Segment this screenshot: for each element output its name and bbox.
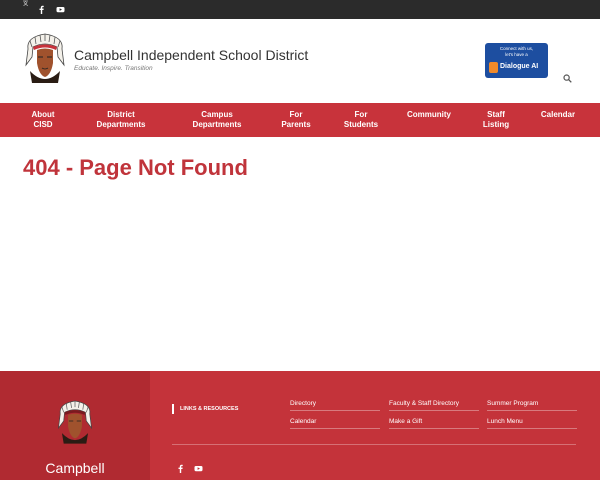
footer-link-calendar[interactable]: Calendar [290,417,380,429]
footer-link-make-a-gift[interactable]: Make a Gift [389,417,479,429]
site-name[interactable]: Campbell Independent School District [74,47,308,63]
site-footer: Campbell LINKS & RESOURCES Directory Fac… [0,371,600,480]
footer-logo[interactable] [55,397,95,445]
nav-item-for-students[interactable]: For Students [336,103,386,137]
nav-item-about-cisd[interactable]: About CISD [20,103,66,137]
nav-item-line1: For [354,110,368,119]
site-tagline: Educate. Inspire. Transition [74,65,153,72]
footer-divider [172,444,576,445]
nav-item-staff-listing[interactable]: Staff Listing [473,103,519,137]
district-logo[interactable] [22,31,68,83]
main-nav: About CISD District Departments Campus D… [0,103,600,137]
footer-district-name: Campbell [45,460,105,476]
nav-item-for-parents[interactable]: For Parents [271,103,321,137]
dialogue-line1: Connect with us, [499,46,534,51]
youtube-icon[interactable] [56,5,65,14]
nav-item-line1: Community [407,110,451,119]
nav-item-line1: Staff [487,110,505,119]
footer-brand: Campbell [0,371,150,480]
footer-link-faculty-staff-directory[interactable]: Faculty & Staff Directory [389,399,479,411]
footer-youtube-icon[interactable] [194,464,203,473]
nav-item-line2: Students [343,120,379,129]
links-resources-heading: LINKS & RESOURCES [172,404,238,414]
footer-link-lunch-menu[interactable]: Lunch Menu [487,417,577,429]
nav-item-calendar[interactable]: Calendar [533,103,583,137]
translate-icon[interactable] [22,0,32,8]
nav-item-line1: Calendar [540,110,576,119]
nav-item-line2: Departments [96,120,146,129]
site-header: Campbell Independent School District Edu… [0,19,600,103]
page-title: 404 - Page Not Found [23,155,248,180]
search-icon[interactable] [563,74,572,83]
nav-item-campus-departments[interactable]: Campus Departments [182,103,252,137]
nav-item-line1: About [31,110,55,119]
dialogue-line2: let's have a [505,52,528,57]
nav-item-line1: Campus [201,110,233,119]
dialogue-label: Dialogue AI [500,63,539,70]
nav-item-line2: Listing [482,120,510,129]
footer-link-summer-program[interactable]: Summer Program [487,399,577,411]
nav-item-line1: District [107,110,135,119]
dialogue-badge-icon [489,62,498,73]
nav-item-line2: CISD [33,120,53,129]
nav-item-line2: Departments [192,120,242,129]
top-bar [0,0,600,19]
nav-item-district-departments[interactable]: District Departments [86,103,156,137]
nav-item-line2: Parents [281,120,311,129]
footer-facebook-icon[interactable] [176,464,185,473]
nav-item-community[interactable]: Community [399,103,459,137]
footer-link-directory[interactable]: Directory [290,399,380,411]
nav-item-line1: For [289,110,303,119]
dialogue-ai-button[interactable]: Connect with us, let's have a Dialogue A… [485,43,548,78]
facebook-icon[interactable] [37,5,46,14]
